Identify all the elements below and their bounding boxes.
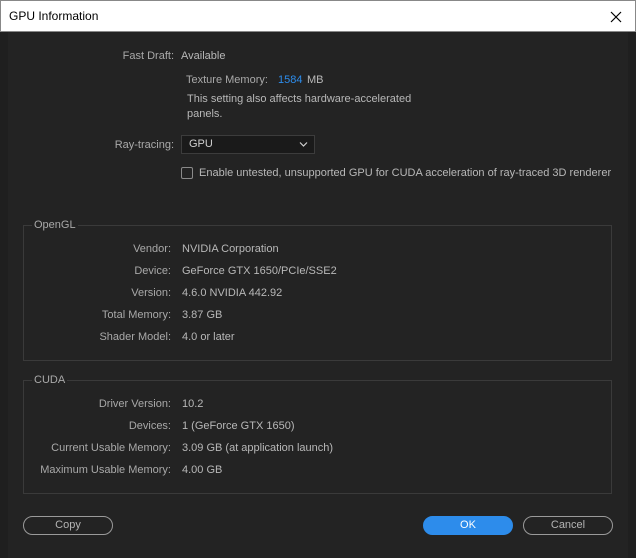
texture-note-line1: This setting also affects hardware-accel… xyxy=(187,93,412,105)
opengl-group-title: OpenGL xyxy=(32,219,78,231)
opengl-vendor-value: NVIDIA Corporation xyxy=(182,243,279,255)
cuda-devices-label: Devices: xyxy=(128,420,171,432)
texture-note-line2: panels. xyxy=(187,108,223,120)
fast-draft-value: Available xyxy=(181,50,226,62)
cuda-current-memory-label: Current Usable Memory: xyxy=(51,442,171,454)
cuda-max-memory-value: 4.00 GB xyxy=(182,464,223,476)
window-title: GPU Information xyxy=(9,9,99,23)
opengl-total-memory-value: 3.87 GB xyxy=(182,309,223,321)
cuda-raytrace-checkbox[interactable] xyxy=(181,167,193,179)
close-icon xyxy=(610,11,622,23)
opengl-device-value: GeForce GTX 1650/PCIe/SSE2 xyxy=(182,265,337,277)
opengl-vendor-label: Vendor: xyxy=(133,243,171,255)
cuda-group: CUDA Driver Version: 10.2 Devices: 1 (Ge… xyxy=(23,374,612,494)
cancel-button[interactable]: Cancel xyxy=(523,516,613,535)
gpu-info-dialog: Fast Draft: Available Texture Memory: 15… xyxy=(8,32,628,558)
cuda-max-memory-label: Maximum Usable Memory: xyxy=(40,464,171,476)
opengl-shader-model-value: 4.0 or later xyxy=(182,331,235,343)
fast-draft-label: Fast Draft: xyxy=(122,50,174,62)
ray-tracing-selected-value: GPU xyxy=(189,138,213,150)
texture-memory-value[interactable]: 1584 xyxy=(278,74,302,86)
ray-tracing-select[interactable]: GPU xyxy=(181,135,315,154)
backdrop-right-edge xyxy=(628,32,636,558)
cuda-driver-version-label: Driver Version: xyxy=(98,398,171,410)
cuda-current-memory-value: 3.09 GB (at application launch) xyxy=(182,442,334,454)
backdrop-left-edge xyxy=(0,32,8,558)
opengl-device-label: Device: xyxy=(134,265,171,277)
opengl-shader-model-label: Shader Model: xyxy=(99,331,171,343)
chevron-down-icon xyxy=(299,142,308,147)
close-button[interactable] xyxy=(605,6,627,28)
texture-memory-label: Texture Memory: xyxy=(186,74,268,86)
opengl-version-label: Version: xyxy=(131,287,171,299)
opengl-group: OpenGL Vendor: NVIDIA Corporation Device… xyxy=(23,219,612,361)
copy-button[interactable]: Copy xyxy=(23,516,113,535)
texture-memory-unit: MB xyxy=(307,74,324,86)
ok-button[interactable]: OK xyxy=(423,516,513,535)
title-bar: GPU Information xyxy=(0,0,636,32)
cuda-raytrace-checkbox-label[interactable]: Enable untested, unsupported GPU for CUD… xyxy=(199,167,611,179)
cuda-devices-value: 1 (GeForce GTX 1650) xyxy=(182,420,295,432)
cuda-driver-version-value: 10.2 xyxy=(182,398,204,410)
ray-tracing-label: Ray-tracing: xyxy=(114,139,174,151)
cuda-group-title: CUDA xyxy=(32,374,68,386)
opengl-total-memory-label: Total Memory: xyxy=(101,309,171,321)
opengl-version-value: 4.6.0 NVIDIA 442.92 xyxy=(182,287,283,299)
